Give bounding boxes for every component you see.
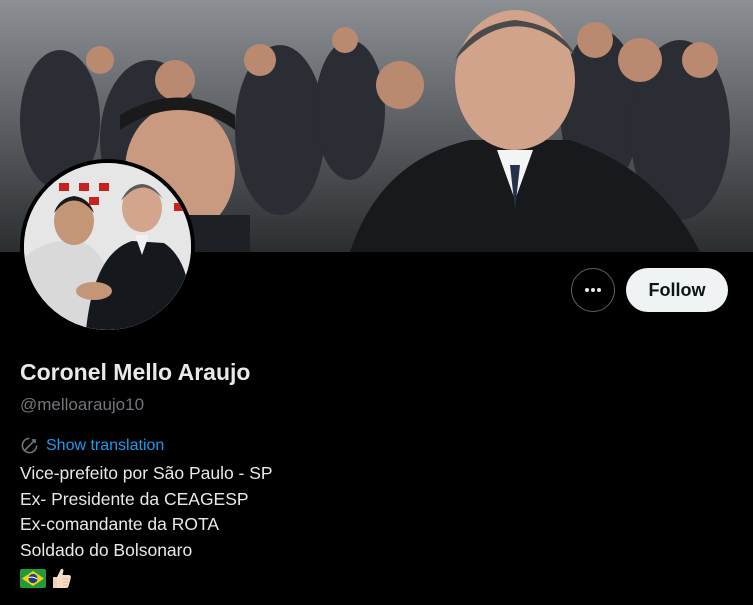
bio-line: Ex- Presidente da CEAGESP — [20, 488, 249, 509]
translate-icon — [21, 437, 38, 454]
show-translation-link[interactable]: Show translation — [20, 436, 164, 455]
user-handle: @melloaraujo10 — [20, 395, 145, 414]
profile-bio: Vice-prefeito por São Paulo - SP Ex- Pre… — [20, 461, 273, 590]
show-translation-label: Show translation — [46, 436, 165, 454]
ellipsis-icon — [585, 288, 601, 292]
profile-avatar[interactable] — [20, 159, 195, 334]
thumbs-up-icon — [53, 568, 71, 588]
brazil-flag-icon — [20, 568, 46, 588]
display-name: Coronel Mello Araujo — [20, 359, 251, 385]
bio-emoji-row — [20, 566, 273, 590]
bio-line: Vice-prefeito por São Paulo - SP — [20, 463, 273, 483]
avatar-photo — [24, 163, 191, 330]
more-options-button[interactable] — [571, 268, 615, 312]
bio-line: Ex-comandante da ROTA — [20, 514, 220, 534]
avatar-image — [24, 163, 191, 330]
bio-line: Soldado do Bolsonaro — [20, 539, 193, 560]
follow-button[interactable]: Follow — [626, 268, 728, 312]
